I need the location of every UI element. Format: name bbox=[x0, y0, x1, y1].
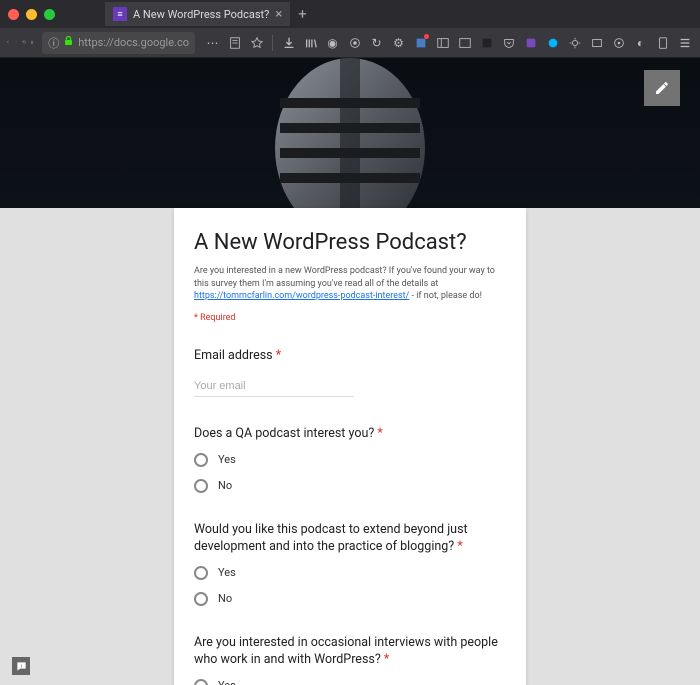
address-bar[interactable]: ⓘ https://docs.google.co bbox=[42, 32, 195, 54]
new-tab-button[interactable]: + bbox=[298, 5, 307, 23]
question-qa: Does a QA podcast interest you? * Yes No bbox=[194, 425, 506, 493]
browser-tab[interactable]: ≡ A New WordPress Podcast? × bbox=[105, 2, 290, 26]
radio-icon bbox=[194, 453, 208, 467]
lock-icon bbox=[64, 36, 73, 49]
window-controls bbox=[8, 9, 55, 20]
toolbar-actions: ⋯ ◉ ↻ ⚙ ◐ bbox=[203, 33, 694, 52]
radio-option[interactable]: Yes bbox=[194, 679, 506, 685]
radio-icon bbox=[194, 566, 208, 580]
label-text: Would you like this podcast to extend be… bbox=[194, 522, 468, 555]
form-card: A New WordPress Podcast? Are you interes… bbox=[174, 208, 526, 685]
extension-icon[interactable] bbox=[543, 33, 562, 52]
option-label: No bbox=[218, 592, 232, 605]
microphone-image bbox=[240, 58, 460, 208]
label-text: Does a QA podcast interest you? bbox=[194, 426, 374, 441]
radio-option[interactable]: No bbox=[194, 592, 506, 606]
edit-form-button[interactable] bbox=[644, 70, 680, 106]
required-note: * Required bbox=[194, 313, 506, 323]
menu-icon[interactable] bbox=[675, 33, 694, 52]
browser-toolbar: ⓘ https://docs.google.co ⋯ ◉ ↻ ⚙ ◐ bbox=[0, 28, 700, 58]
home-button[interactable] bbox=[30, 32, 34, 54]
radio-icon bbox=[194, 592, 208, 606]
form-desc-pre: Are you interested in a new WordPress po… bbox=[194, 266, 495, 289]
feedback-icon bbox=[16, 661, 27, 672]
extension-icon[interactable] bbox=[455, 33, 474, 52]
form-desc-link[interactable]: https://tommcfarlin.com/wordpress-podcas… bbox=[194, 291, 409, 301]
extension-icon[interactable] bbox=[609, 33, 628, 52]
label-text: Email address bbox=[194, 348, 273, 363]
extension-icon[interactable] bbox=[411, 33, 430, 52]
email-input[interactable] bbox=[194, 376, 354, 397]
option-label: Yes bbox=[218, 679, 236, 685]
extension-icon[interactable] bbox=[477, 33, 496, 52]
radio-option[interactable]: No bbox=[194, 479, 506, 493]
downloads-icon[interactable] bbox=[279, 33, 298, 52]
window-titlebar: ≡ A New WordPress Podcast? × + bbox=[0, 0, 700, 28]
extension-icon[interactable] bbox=[565, 33, 584, 52]
question-label: Does a QA podcast interest you? * bbox=[194, 425, 506, 443]
window-zoom-button[interactable] bbox=[44, 9, 55, 20]
form-title: A New WordPress Podcast? bbox=[194, 230, 506, 255]
tab-title: A New WordPress Podcast? bbox=[133, 8, 269, 21]
required-star-icon: * bbox=[377, 426, 382, 441]
url-text: https://docs.google.co bbox=[78, 36, 189, 49]
form-banner bbox=[0, 58, 700, 208]
radio-option[interactable]: Yes bbox=[194, 453, 506, 467]
extension-icon[interactable]: ↻ bbox=[367, 33, 386, 52]
library-icon[interactable] bbox=[301, 33, 320, 52]
required-star-icon: * bbox=[276, 348, 281, 363]
window-minimize-button[interactable] bbox=[26, 9, 37, 20]
form-desc-post: - if not, please do! bbox=[409, 291, 482, 301]
radio-icon bbox=[194, 479, 208, 493]
sidebar-icon[interactable] bbox=[433, 33, 452, 52]
site-info-icon[interactable]: ⓘ bbox=[48, 35, 59, 51]
extension-icon[interactable]: ◐ bbox=[631, 33, 650, 52]
forward-button[interactable] bbox=[14, 32, 18, 54]
required-star-icon: * bbox=[384, 652, 389, 667]
feedback-button[interactable] bbox=[12, 657, 30, 675]
window-close-button[interactable] bbox=[8, 9, 19, 20]
form-description: Are you interested in a new WordPress po… bbox=[194, 265, 506, 303]
question-label: Would you like this podcast to extend be… bbox=[194, 521, 506, 556]
extension-icon[interactable] bbox=[587, 33, 606, 52]
question-label: Are you interested in occasional intervi… bbox=[194, 634, 506, 669]
extension-icon[interactable]: ◉ bbox=[323, 33, 342, 52]
radio-option[interactable]: Yes bbox=[194, 566, 506, 580]
label-text: Are you interested in occasional intervi… bbox=[194, 635, 498, 668]
question-blogging: Would you like this podcast to extend be… bbox=[194, 521, 506, 606]
tab-close-button[interactable]: × bbox=[275, 7, 282, 22]
toolbar-separator bbox=[272, 35, 273, 51]
back-button[interactable] bbox=[6, 32, 10, 54]
extension-icon[interactable] bbox=[345, 33, 364, 52]
reader-mode-icon[interactable] bbox=[225, 33, 244, 52]
extension-icon[interactable] bbox=[521, 33, 540, 52]
page-viewport: A New WordPress Podcast? Are you interes… bbox=[0, 58, 700, 685]
question-email: Email address * bbox=[194, 347, 506, 398]
option-label: Yes bbox=[218, 566, 236, 579]
pencil-icon bbox=[654, 80, 670, 96]
question-label: Email address * bbox=[194, 347, 506, 365]
extension-icon[interactable] bbox=[653, 33, 672, 52]
question-interviews: Are you interested in occasional intervi… bbox=[194, 634, 506, 685]
extension-icon[interactable]: ⚙ bbox=[389, 33, 408, 52]
bookmark-star-icon[interactable] bbox=[247, 33, 266, 52]
required-star-icon: * bbox=[457, 539, 462, 554]
option-label: Yes bbox=[218, 453, 236, 466]
tab-favicon: ≡ bbox=[113, 7, 127, 21]
option-label: No bbox=[218, 479, 232, 492]
pocket-icon[interactable] bbox=[499, 33, 518, 52]
radio-icon bbox=[194, 679, 208, 685]
page-action-dots-icon[interactable]: ⋯ bbox=[203, 33, 222, 52]
reload-button[interactable] bbox=[22, 32, 26, 54]
